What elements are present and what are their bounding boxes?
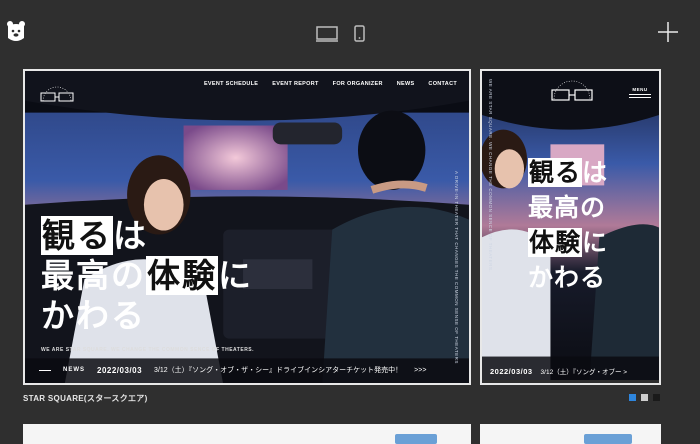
desktop-preview-card[interactable]: EVENT SCHEDULE EVENT REPORT FOR ORGANIZE… (23, 69, 471, 385)
hero-copy: 観るは 最高の 体験に かわる (528, 155, 608, 295)
site-nav: EVENT SCHEDULE EVENT REPORT FOR ORGANIZE… (204, 81, 457, 87)
menu-line (629, 94, 651, 95)
mobile-preview-card[interactable]: MENU WE ARE STAR SQUARE. WE CHANGE THE C… (480, 69, 661, 385)
next-card-button (395, 434, 437, 444)
mobile-view-button[interactable] (354, 25, 365, 42)
next-desktop-preview-card[interactable] (23, 424, 471, 444)
star-square-logo-icon[interactable] (39, 85, 75, 105)
hero-line-2: 最高の (528, 193, 607, 222)
desktop-view-icon (316, 25, 338, 42)
next-card-button (584, 434, 632, 444)
news-date: 2022/03/03 (97, 365, 143, 375)
news-dash (39, 369, 51, 371)
news-label: NEWS (63, 367, 85, 373)
plus-icon[interactable] (658, 22, 678, 42)
vertical-caption: WE ARE STAR SQUARE. WE CHANGE THE COMMON… (488, 79, 493, 273)
hero-line-3: 体験に (528, 225, 608, 260)
hero-highlight: 観る (41, 216, 113, 255)
hero-line-1: 観るは (528, 155, 608, 190)
hero-text: 最高の (41, 256, 146, 295)
pager-dot[interactable] (653, 394, 660, 401)
star-square-logo-icon[interactable] (548, 79, 596, 105)
hero-text: に (582, 228, 609, 257)
hero-line-2: 最高の体験に (41, 256, 253, 296)
hero-line-4: かわる (528, 263, 607, 292)
news-more-link[interactable]: >>> (414, 367, 426, 374)
hero-copy: 観るは 最高の体験に かわる (41, 216, 253, 336)
pager (629, 394, 660, 401)
news-headline[interactable]: 3/12（土）『ソング・オブー > (541, 366, 628, 376)
vertical-caption: A DRIVE-IN THEATER THAT CHANGES THE COMM… (454, 171, 459, 364)
hero-highlight: 観る (528, 158, 583, 187)
hero-text: に (218, 256, 253, 295)
menu-label: MENU (632, 87, 648, 92)
device-toggle (316, 25, 365, 42)
hero-line-3: かわる (41, 296, 146, 335)
news-bar[interactable]: 2022/03/03 3/12（土）『ソング・オブー > (482, 359, 659, 383)
nav-contact[interactable]: CONTACT (428, 81, 457, 87)
menu-button[interactable]: MENU (629, 87, 651, 98)
nav-event-report[interactable]: EVENT REPORT (272, 81, 318, 87)
news-date: 2022/03/03 (490, 366, 533, 376)
hero-text: は (582, 158, 609, 187)
desktop-view-button[interactable] (316, 25, 338, 42)
hero-highlight: 体験 (146, 256, 218, 295)
nav-news[interactable]: NEWS (397, 81, 415, 87)
menu-line (629, 97, 651, 98)
mobile-view-icon (354, 25, 365, 42)
pager-dot[interactable] (629, 394, 636, 401)
nav-for-organizer[interactable]: FOR ORGANIZER (333, 81, 383, 87)
hero-text: は (113, 216, 148, 255)
hero-highlight: 体験 (528, 228, 583, 257)
tagline: WE ARE STAR SQUARE. WE CHANGE THE COMMON… (41, 347, 255, 353)
news-headline[interactable]: 3/12（土）『ソング・オブ・ザ・シー』ドライブインシアターチケット発売中！ (154, 365, 402, 375)
bear-logo-icon[interactable] (6, 20, 26, 44)
nav-event-schedule[interactable]: EVENT SCHEDULE (204, 81, 258, 87)
project-caption[interactable]: STAR SQUARE(スタースクエア) (23, 393, 148, 404)
pager-dot[interactable] (641, 394, 648, 401)
news-bar[interactable]: NEWS 2022/03/03 3/12（土）『ソング・オブ・ザ・シー』ドライブ… (25, 357, 469, 383)
next-mobile-preview-card[interactable] (480, 424, 661, 444)
hero-line-1: 観るは (41, 216, 253, 256)
